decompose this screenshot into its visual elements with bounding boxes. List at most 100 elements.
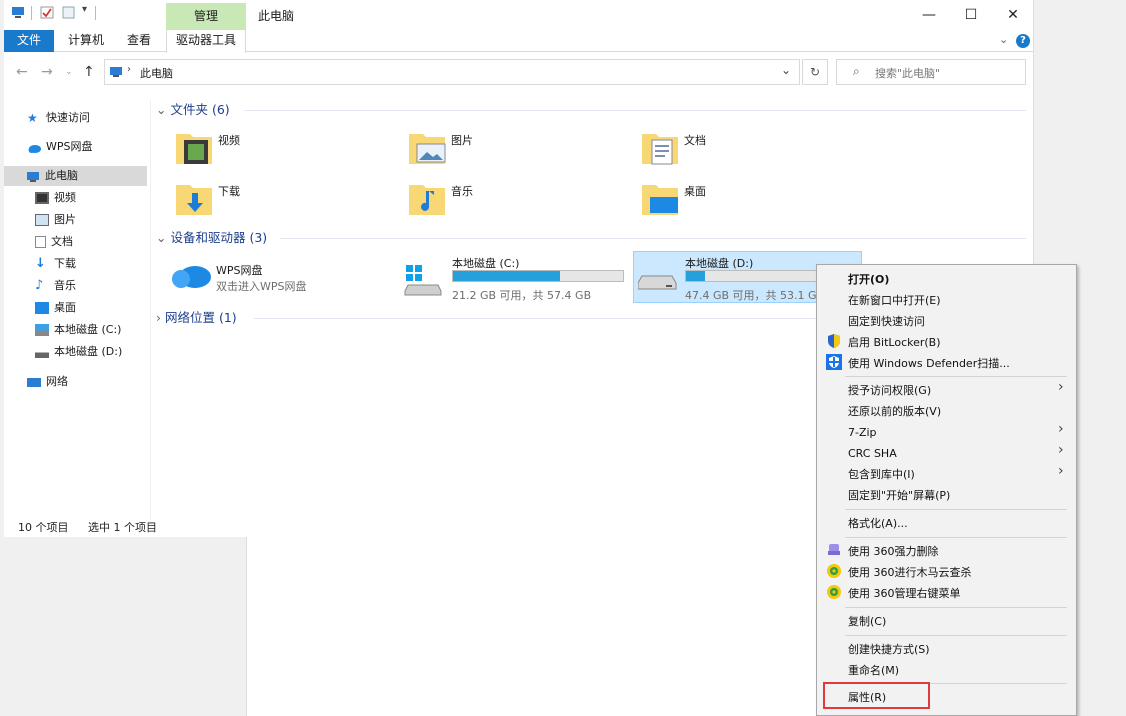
- tab-file[interactable]: 文件: [4, 30, 54, 52]
- tab-drive-tools[interactable]: 驱动器工具: [166, 30, 246, 53]
- menu-item-open[interactable]: 打开(O): [848, 269, 889, 290]
- qa-dropdown-icon[interactable]: ▾: [82, 4, 87, 15]
- breadcrumb-separator-icon[interactable]: ›: [127, 64, 131, 75]
- folder-item[interactable]: 文档: [638, 126, 858, 170]
- address-dropdown-icon[interactable]: ⌄: [781, 63, 791, 77]
- sidebar-item-drive-c[interactable]: 本地磁盘 (C:): [35, 320, 121, 340]
- folder-item[interactable]: 下载: [172, 177, 392, 221]
- menu-item-360-manage-menu[interactable]: 使用 360管理右键菜单: [848, 583, 961, 604]
- section-devices[interactable]: ⌄ 设备和驱动器 (3): [156, 229, 267, 247]
- submenu-arrow-icon: ›: [1058, 421, 1064, 437]
- computer-icon: [26, 170, 40, 182]
- drive-item[interactable]: 本地磁盘 (C:) 21.2 GB 可用，共 57.4 GB: [400, 251, 626, 303]
- menu-item-360-trojan-scan[interactable]: 使用 360进行木马云查杀: [848, 562, 972, 583]
- menu-item-pin-quick-access[interactable]: 固定到快速访问: [848, 311, 925, 332]
- menu-item-include-library[interactable]: 包含到库中(I): [848, 464, 915, 485]
- menu-item-crc-sha[interactable]: CRC SHA: [848, 443, 897, 464]
- window-title: 此电脑: [258, 9, 295, 23]
- navigation-pane: ★ 快速访问 WPS网盘 此电脑 视频 图片 文档 ↓ 下载 ♪ 音乐 桌面 本地磁盘…: [4, 100, 150, 520]
- recent-dropdown-icon[interactable]: ⌄: [65, 67, 73, 77]
- computer-icon[interactable]: [11, 6, 25, 19]
- section-folders[interactable]: ⌄ 文件夹 (6): [156, 101, 230, 119]
- sidebar-item-pictures[interactable]: 图片: [35, 210, 76, 230]
- sidebar-item-downloads[interactable]: ↓ 下载: [35, 254, 76, 274]
- desktop-folder-icon: [642, 185, 678, 215]
- sidebar-item-wps[interactable]: WPS网盘: [27, 137, 93, 157]
- drive-usage-fill: [453, 271, 561, 281]
- menu-item-format[interactable]: 格式化(A)...: [848, 513, 908, 534]
- back-icon[interactable]: ←: [16, 64, 28, 80]
- divider: [95, 6, 96, 20]
- new-folder-icon[interactable]: [62, 6, 76, 19]
- menu-item-defender-scan[interactable]: 使用 Windows Defender扫描...: [848, 353, 1010, 374]
- section-network[interactable]: › 网络位置 (1): [156, 309, 237, 327]
- folder-item[interactable]: 音乐: [405, 177, 625, 221]
- music-folder-icon: [409, 185, 445, 215]
- tab-computer[interactable]: 计算机: [58, 30, 114, 52]
- up-icon[interactable]: ↑: [83, 64, 95, 80]
- sidebar-item-network[interactable]: 网络: [27, 372, 68, 392]
- status-bar: 10 个项目 选中 1 个项目: [18, 519, 157, 535]
- sidebar-item-drive-d[interactable]: 本地磁盘 (D:): [35, 342, 122, 362]
- sidebar-item-documents[interactable]: 文档: [35, 232, 73, 252]
- menu-item-open-new-window[interactable]: 在新窗口中打开(E): [848, 290, 941, 311]
- highlight-box: [823, 682, 930, 709]
- minimize-button[interactable]: —: [907, 0, 951, 30]
- tab-manage[interactable]: 管理: [166, 3, 246, 30]
- sidebar-item-this-pc[interactable]: 此电脑: [4, 166, 147, 186]
- folder-item[interactable]: 桌面: [638, 177, 858, 221]
- menu-item-bitlocker[interactable]: 启用 BitLocker(B): [848, 332, 941, 353]
- wps-cloud-icon: [172, 266, 211, 288]
- drive-icon: [35, 346, 49, 358]
- search-input[interactable]: 搜索"此电脑": [875, 65, 940, 81]
- windows-drive-icon: [404, 265, 442, 296]
- menu-item-grant-access[interactable]: 授予访问权限(G): [848, 380, 931, 401]
- menu-item-restore-versions[interactable]: 还原以前的版本(V): [848, 401, 941, 422]
- help-icon[interactable]: ?: [1016, 34, 1030, 48]
- documents-folder-icon: [642, 134, 678, 165]
- refresh-button[interactable]: ↻: [802, 59, 828, 85]
- menu-separator: [845, 376, 1067, 377]
- 360-icon: [827, 585, 841, 599]
- menu-item-pin-start[interactable]: 固定到"开始"屏幕(P): [848, 485, 950, 506]
- menu-item-create-shortcut[interactable]: 创建快捷方式(S): [848, 639, 930, 660]
- menu-item-360-force-delete[interactable]: 使用 360强力删除: [848, 541, 939, 562]
- sidebar-item-desktop[interactable]: 桌面: [35, 298, 76, 318]
- section-divider: [254, 318, 819, 319]
- downloads-folder-icon: [176, 185, 212, 215]
- sidebar-item-video[interactable]: 视频: [35, 188, 76, 208]
- picture-icon: [35, 214, 49, 226]
- desktop-icon: [35, 302, 49, 314]
- maximize-button[interactable]: ☐: [949, 0, 993, 30]
- breadcrumb[interactable]: 此电脑: [140, 65, 173, 81]
- address-bar[interactable]: › 此电脑 ⌄: [104, 59, 800, 85]
- drive-usage-bar: [452, 270, 624, 282]
- search-icon: ⌕: [853, 64, 860, 78]
- menu-item-copy[interactable]: 复制(C): [848, 611, 886, 632]
- tab-view[interactable]: 查看: [117, 30, 161, 52]
- forward-icon[interactable]: →: [41, 64, 53, 80]
- sidebar-item-music[interactable]: ♪ 音乐: [35, 276, 76, 296]
- sidebar-item-quick-access[interactable]: ★ 快速访问: [27, 108, 90, 128]
- divider: [31, 6, 32, 20]
- ribbon-expand-icon[interactable]: ⌄: [999, 33, 1008, 46]
- wps-drive-item[interactable]: WPS网盘 双击进入WPS网盘: [170, 253, 390, 299]
- shield-icon: [828, 334, 840, 348]
- properties-icon[interactable]: [40, 6, 54, 19]
- submenu-arrow-icon: ›: [1058, 463, 1064, 479]
- search-box[interactable]: ⌕ 搜索"此电脑": [836, 59, 1026, 85]
- menu-item-rename[interactable]: 重命名(M): [848, 660, 899, 681]
- windows-drive-icon: [35, 324, 49, 336]
- close-button[interactable]: ✕: [991, 0, 1035, 30]
- folder-item[interactable]: 视频: [172, 126, 392, 170]
- folder-item[interactable]: 图片: [405, 126, 625, 170]
- 360-icon: [827, 564, 841, 578]
- menu-item-7zip[interactable]: 7-Zip: [848, 422, 877, 443]
- shredder-icon: [828, 544, 840, 555]
- pictures-folder-icon: [409, 134, 446, 164]
- menu-separator: [845, 537, 1067, 538]
- drive-usage-fill: [686, 271, 706, 281]
- section-divider: [280, 238, 1026, 239]
- submenu-arrow-icon: ›: [1058, 379, 1064, 395]
- defender-icon: [826, 354, 842, 370]
